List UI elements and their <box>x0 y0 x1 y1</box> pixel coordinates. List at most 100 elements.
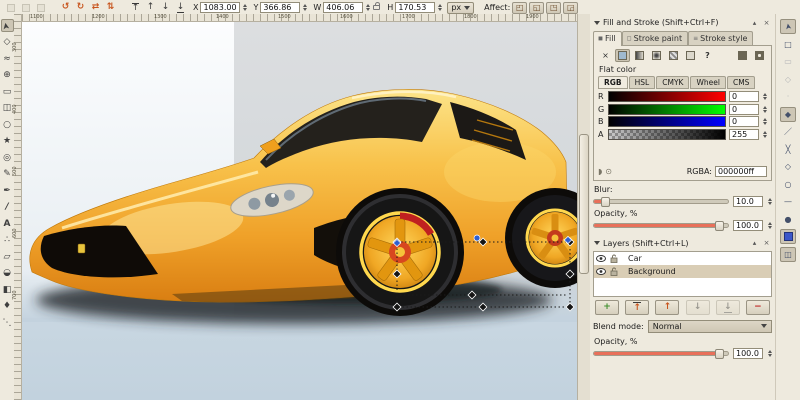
red-spinner[interactable] <box>763 93 767 100</box>
fs-opacity-slider-handle[interactable] <box>714 220 724 231</box>
delete-layer-button[interactable]: − <box>745 299 770 315</box>
layer-name[interactable]: Car <box>628 254 642 263</box>
unknown-paint-button[interactable]: ? <box>700 49 715 62</box>
width-spinner[interactable] <box>366 4 371 11</box>
swatch-button[interactable] <box>683 49 698 62</box>
blur-slider-handle[interactable] <box>600 196 610 207</box>
tool-pen[interactable]: ✒ <box>1 184 14 197</box>
rotate-cw-button[interactable]: ↻ <box>74 2 87 14</box>
red-input[interactable]: 0 <box>729 91 759 102</box>
blur-input[interactable]: 10.0 <box>733 195 763 207</box>
fill-rule-nonzero-button[interactable] <box>735 49 750 62</box>
snap-enable-toggle[interactable]: ➤ <box>780 19 796 34</box>
flip-vertical-button[interactable]: ⇅ <box>104 2 117 14</box>
tool-zoom[interactable]: ⊕ <box>1 69 14 82</box>
lower-layer-to-bottom-button[interactable]: ↓ <box>715 299 740 315</box>
expander-icon[interactable] <box>594 20 600 25</box>
rgba-input[interactable]: 000000ff <box>715 165 767 177</box>
vertical-ruler[interactable]: 300 400 500 600 700 <box>12 14 22 400</box>
deselect-button[interactable] <box>34 2 47 14</box>
tool-ellipse[interactable]: ○ <box>1 118 14 131</box>
tab-cmyk[interactable]: CMYK <box>656 76 690 89</box>
snap-bbox-midpoints-toggle[interactable]: · <box>780 89 796 104</box>
lower-button[interactable]: ↓ <box>159 2 172 14</box>
flat-color-button[interactable] <box>615 49 630 62</box>
drawing-canvas[interactable] <box>22 22 577 400</box>
blue-slider[interactable] <box>608 116 726 127</box>
tool-rectangle[interactable]: ▭ <box>1 85 14 98</box>
alpha-slider[interactable] <box>608 128 726 140</box>
tool-connector[interactable]: ⋱ <box>1 316 14 329</box>
fs-opacity-spinner[interactable] <box>768 221 772 229</box>
vertical-scrollbar[interactable] <box>577 14 590 400</box>
raise-to-top-button[interactable]: ↑ <box>129 2 142 14</box>
lock-icon[interactable] <box>610 254 618 263</box>
linear-gradient-button[interactable] <box>632 49 647 62</box>
select-all-layers-button[interactable] <box>19 2 32 14</box>
tool-paint-bucket[interactable]: ◒ <box>1 267 14 280</box>
dock-close-button[interactable]: × <box>762 239 771 247</box>
blur-spinner[interactable] <box>768 197 772 205</box>
blue-spinner[interactable] <box>763 118 767 125</box>
layer-row-background[interactable]: Background <box>594 264 771 278</box>
snap-smooth-nodes-toggle[interactable]: ○ <box>780 177 796 192</box>
snap-paths-toggle[interactable]: ／ <box>780 124 796 139</box>
snap-midpoints-toggle[interactable]: — <box>780 194 796 209</box>
tab-fill[interactable]: ◼ Fill <box>593 31 622 46</box>
affect-move-patterns-toggle[interactable]: ◱ <box>529 1 545 14</box>
select-all-button[interactable] <box>4 2 17 14</box>
y-spinner[interactable] <box>303 4 308 11</box>
x-spinner[interactable] <box>243 4 248 11</box>
path-node[interactable] <box>473 234 481 242</box>
snap-page-border-toggle[interactable] <box>780 229 796 244</box>
dock-iconify-button[interactable]: ▴ <box>750 239 759 247</box>
green-spinner[interactable] <box>763 105 767 113</box>
tool-spiral[interactable]: ◎ <box>1 151 14 164</box>
height-input[interactable]: 170.53 <box>395 2 436 13</box>
blend-mode-dropdown[interactable]: Normal <box>647 319 772 333</box>
snap-cusp-nodes-toggle[interactable]: ◇ <box>780 159 796 174</box>
x-input[interactable]: 1083.00 <box>200 2 241 13</box>
tool-star[interactable]: ★ <box>1 135 14 148</box>
layer-opacity-slider-handle[interactable] <box>714 348 724 359</box>
lock-icon[interactable] <box>610 267 618 276</box>
raise-button[interactable]: ↑ <box>144 2 157 14</box>
tab-stroke-style[interactable]: ≡ Stroke style <box>688 31 754 45</box>
fill-rule-evenodd-button[interactable] <box>752 49 767 62</box>
radial-gradient-button[interactable] <box>649 49 664 62</box>
visibility-eye-icon[interactable] <box>596 267 606 275</box>
flip-horizontal-button[interactable]: ⇄ <box>89 2 102 14</box>
snap-bbox-edges-toggle[interactable]: ▭ <box>780 54 796 69</box>
scrollbar-thumb[interactable] <box>579 134 589 274</box>
snap-path-intersections-toggle[interactable]: ╳ <box>780 142 796 157</box>
snap-object-centers-toggle[interactable]: ● <box>780 212 796 227</box>
tab-wheel[interactable]: Wheel <box>690 76 726 89</box>
layer-opacity-spinner[interactable] <box>768 349 772 357</box>
tab-stroke-paint[interactable]: ◻ Stroke paint <box>621 31 689 45</box>
affect-move-gradients-toggle[interactable]: ◰ <box>512 1 528 14</box>
tab-cms[interactable]: CMS <box>726 76 756 89</box>
fs-opacity-slider[interactable] <box>593 220 729 231</box>
red-slider[interactable] <box>608 91 726 102</box>
raise-layer-to-top-button[interactable]: ↑ <box>625 299 650 315</box>
lock-ratio-icon[interactable] <box>373 2 381 10</box>
tool-dropper[interactable]: ♦ <box>1 300 14 313</box>
units-dropdown[interactable]: px <box>447 1 475 14</box>
new-layer-button[interactable]: + <box>595 299 619 315</box>
height-spinner[interactable] <box>438 4 443 11</box>
y-input[interactable]: 366.86 <box>260 2 301 13</box>
tool-eraser[interactable]: ▱ <box>1 250 14 263</box>
color-picker-icon[interactable]: ◗ <box>598 167 602 176</box>
layer-opacity-slider[interactable] <box>593 348 729 359</box>
affect-transform-stroke-toggle[interactable]: ◳ <box>546 1 562 14</box>
rotate-ccw-button[interactable]: ↺ <box>59 2 72 14</box>
expander-icon[interactable] <box>594 241 600 245</box>
horizontal-ruler[interactable]: 1100 1200 1300 1400 1500 1600 1700 1800 … <box>22 14 577 22</box>
blue-input[interactable]: 0 <box>729 116 759 127</box>
tool-selector[interactable]: ➤ <box>0 19 14 32</box>
green-input[interactable]: 0 <box>729 103 759 115</box>
pattern-button[interactable] <box>666 49 681 62</box>
tab-rgb[interactable]: RGB <box>598 76 628 89</box>
layer-opacity-input[interactable]: 100.0 <box>733 347 763 359</box>
layer-name[interactable]: Background <box>628 267 676 276</box>
